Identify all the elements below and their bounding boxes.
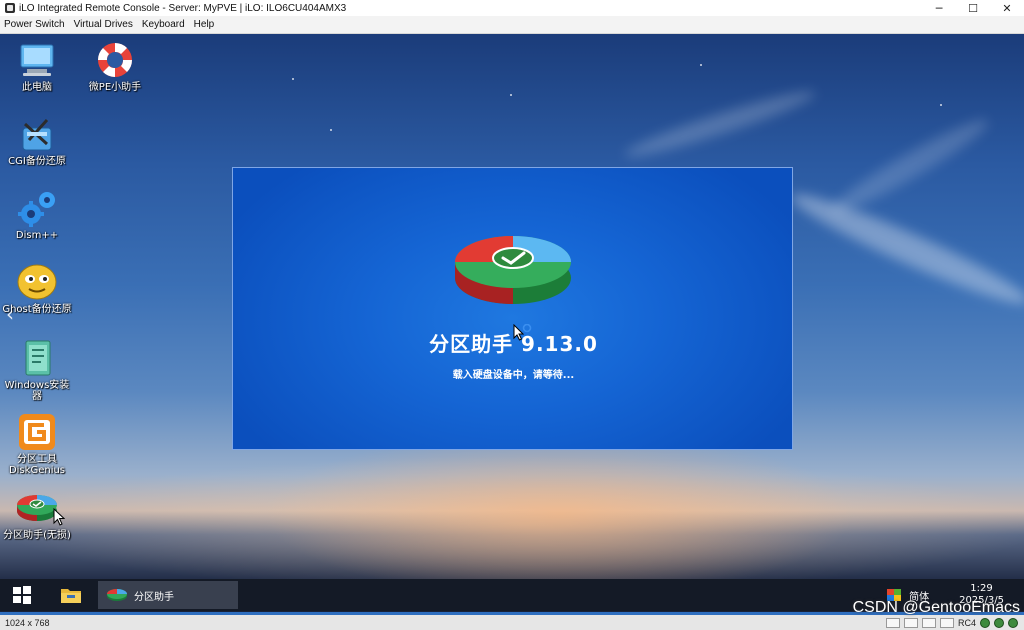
indicator-box: [921, 617, 936, 628]
ghost-icon: [15, 262, 59, 302]
minimize-button[interactable]: ─: [922, 0, 956, 16]
desktop-icon-dism[interactable]: Dism++: [0, 188, 74, 241]
star: [700, 64, 702, 66]
desktop-icon-label: 分区工具DiskGenius: [8, 454, 66, 476]
desktop-icon-label: 微PE小助手: [88, 82, 142, 93]
star: [510, 94, 512, 96]
chevron-left-icon[interactable]: ‹: [6, 302, 14, 326]
cgi-backup-icon: [15, 114, 59, 154]
remote-console[interactable]: 此电脑 微PE小助手 CGI备份还原 Dism++ Ghost备份还原 Wind…: [0, 34, 1024, 630]
power-status-icon: [980, 617, 990, 628]
menu-power-switch[interactable]: Power Switch: [0, 19, 69, 30]
health-status-icon: [994, 617, 1004, 628]
maximize-button[interactable]: ☐: [956, 0, 990, 16]
splash-status-text: 载入硬盘设备中，请等待...: [452, 370, 575, 381]
diskgenius-icon: [15, 412, 59, 452]
taskbar-item-partition-assistant[interactable]: 分区助手: [98, 581, 238, 609]
indicator-box: [903, 617, 918, 628]
desktop-icon-this-pc[interactable]: 此电脑: [0, 40, 74, 93]
taskbar-item-label: 分区助手: [134, 591, 174, 603]
cloud-streak: [826, 110, 994, 222]
encryption-readout: RC4: [957, 617, 976, 628]
windows-logo-icon: [13, 586, 31, 604]
menu-keyboard[interactable]: Keyboard: [138, 19, 189, 30]
gears-icon: [15, 188, 59, 228]
busy-cursor-icon: [513, 324, 532, 341]
window-titlebar: iLO Integrated Remote Console - Server: …: [0, 0, 1024, 16]
ilo-app-icon: [5, 3, 15, 13]
desktop-icon-label: Dism++: [15, 230, 59, 241]
window-title: iLO Integrated Remote Console - Server: …: [19, 2, 347, 14]
desktop-icon-cgi-backup[interactable]: CGI备份还原: [0, 114, 74, 167]
partition-assistant-logo-icon: [455, 236, 571, 304]
star: [292, 78, 294, 80]
status-indicators: RC4: [885, 617, 1018, 628]
desktop-icon-diskgenius[interactable]: 分区工具DiskGenius: [0, 412, 74, 476]
partition-assistant-small-icon: [107, 589, 127, 601]
clock-time: 1:29: [970, 583, 993, 594]
menu-virtual-drives[interactable]: Virtual Drives: [70, 19, 137, 30]
close-button[interactable]: ✕: [990, 0, 1024, 16]
windows-installer-icon: [15, 338, 59, 378]
desktop-icon-label: Windows安装器: [4, 380, 70, 402]
menu-bar: Power Switch Virtual Drives Keyboard Hel…: [0, 16, 1024, 34]
connection-status-icon: [1008, 617, 1018, 628]
mouse-cursor-icon: [53, 508, 65, 526]
desktop-icon-label: 分区助手(无损): [3, 530, 71, 541]
start-button[interactable]: [0, 579, 44, 611]
desktop-icon-windows-installer[interactable]: Windows安装器: [0, 338, 74, 402]
file-explorer-button[interactable]: [44, 579, 98, 611]
cloud-streak: [621, 83, 819, 165]
desktop-icon-wepe-helper[interactable]: 微PE小助手: [78, 40, 152, 93]
csdn-watermark: CSDN @GentooEmacs: [852, 599, 1020, 616]
cloud-streak: [785, 182, 1024, 316]
star: [330, 129, 332, 131]
resolution-readout: 1024 x 768: [5, 617, 50, 628]
folder-icon: [61, 589, 81, 603]
star: [940, 104, 942, 106]
indicator-box: [939, 617, 954, 628]
partition-assistant-splash: 分区助手 9.13.0 载入硬盘设备中，请等待...: [232, 167, 793, 450]
computer-icon: [15, 40, 59, 80]
lifebuoy-icon: [93, 40, 137, 80]
desktop-icon-label: 此电脑: [22, 82, 52, 93]
desktop-icon-label: CGI备份还原: [8, 156, 66, 167]
indicator-box: [885, 617, 900, 628]
menu-help[interactable]: Help: [190, 19, 219, 30]
